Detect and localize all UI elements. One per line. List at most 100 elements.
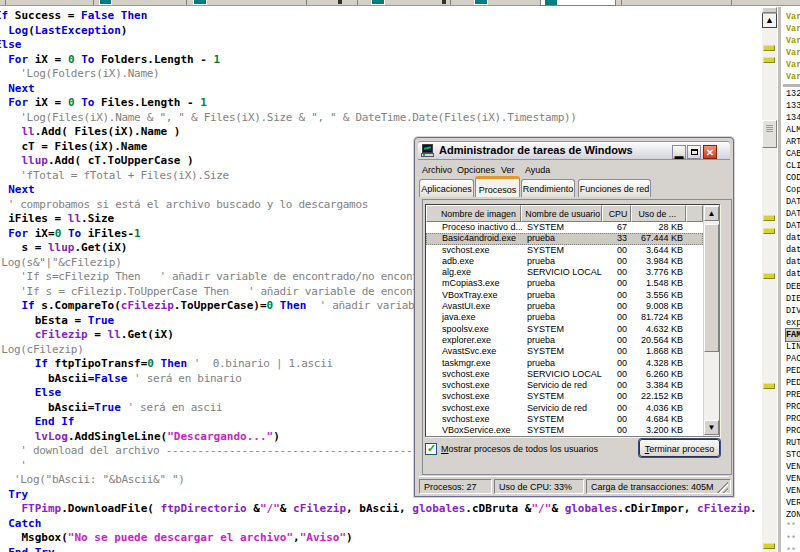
member-list-item[interactable]: PAC: [786, 353, 800, 365]
member-list-item[interactable]: DAT: [786, 220, 800, 232]
menu-archivo[interactable]: Archivo: [422, 165, 452, 175]
process-row[interactable]: svchost.exeSYSTEM0022.152 KB: [426, 391, 703, 402]
menu-ayuda[interactable]: Ayuda: [525, 165, 550, 175]
member-list-item[interactable]: Var: [786, 11, 800, 23]
member-list-item[interactable]: 134: [786, 112, 800, 124]
member-list-item[interactable]: **: [786, 521, 800, 533]
member-list-item[interactable]: ALM: [786, 124, 800, 136]
member-list-item[interactable]: Var: [786, 47, 800, 59]
member-list-item[interactable]: Var: [786, 35, 800, 47]
tab-procesos[interactable]: Procesos: [475, 176, 520, 197]
member-list-item[interactable]: DIV: [786, 305, 800, 317]
toolbar-icon[interactable]: [371, 0, 385, 5]
process-row-selected[interactable]: Basic4android.exeprueba3367.444 KB: [426, 233, 703, 244]
column-header-3[interactable]: CPU: [602, 205, 632, 222]
bookmark-mark-icon[interactable]: [763, 57, 775, 63]
member-list-item[interactable]: CLI: [786, 160, 800, 172]
member-list-item[interactable]: VER: [786, 497, 800, 509]
scroll-up-arrow-icon[interactable]: ▲: [762, 13, 777, 28]
toolbar-icon[interactable]: [99, 0, 112, 5]
member-list-item[interactable]: LIN: [786, 341, 800, 353]
process-row[interactable]: AvastUI.exeprueba009.008 KB: [426, 301, 703, 312]
member-list-item[interactable]: ART: [786, 136, 800, 148]
member-list-item-selected[interactable]: FAM: [786, 329, 800, 341]
bookmark-mark-icon[interactable]: [763, 273, 775, 279]
process-row[interactable]: svchost.exeServicio de red003.384 KB: [426, 380, 703, 391]
process-row[interactable]: spoolsv.exeSYSTEM004.632 KB: [426, 324, 703, 335]
member-list-item[interactable]: **: [786, 546, 800, 552]
column-header-spacer[interactable]: [686, 205, 703, 222]
member-list-item[interactable]: DAT: [786, 196, 800, 208]
process-row[interactable]: svchost.exeSYSTEM003.644 KB: [426, 245, 703, 256]
process-row[interactable]: svchost.exeSERVICIO LOCAL006.260 KB: [426, 369, 703, 380]
process-list-scrollbar[interactable]: ▲ ▼: [703, 205, 719, 436]
minimize-button[interactable]: ▬: [672, 145, 686, 159]
show-all-users-checkbox[interactable]: ✓: [425, 443, 437, 455]
tab-aplicaciones[interactable]: Aplicaciones: [419, 179, 474, 197]
titlebar[interactable]: Administrador de tareas de Windows ▬ ✕: [418, 141, 730, 160]
toolbar-icon[interactable]: [338, 0, 342, 4]
process-row[interactable]: mCopias3.exeprueba001.548 KB: [426, 278, 703, 289]
scroll-up-arrow-icon[interactable]: ▲: [704, 206, 719, 221]
member-list-item[interactable]: PRO: [786, 425, 800, 437]
bookmark-mark-icon[interactable]: [763, 228, 775, 234]
member-list-item[interactable]: DEB: [786, 281, 800, 293]
member-list-item[interactable]: dat: [786, 256, 800, 268]
member-list-item[interactable]: COD: [786, 172, 800, 184]
process-row[interactable]: VBoxService.exeSYSTEM003.200 KB: [426, 425, 703, 436]
toolbar-icon[interactable]: [193, 0, 207, 5]
member-list-item[interactable]: PRO: [786, 401, 800, 413]
toolbar-icon[interactable]: [545, 0, 557, 5]
member-list-item[interactable]: 133: [786, 100, 800, 112]
column-header-2[interactable]: Nombre de usuario: [521, 205, 601, 222]
tab-rendimiento[interactable]: Rendimiento: [521, 179, 575, 197]
bookmark-mark-icon[interactable]: [763, 383, 775, 389]
member-list-item[interactable]: PED: [786, 377, 800, 389]
member-list-item[interactable]: dat: [786, 268, 800, 280]
member-list-item[interactable]: PRO: [786, 413, 800, 425]
process-row[interactable]: taskmgr.exeprueba004.328 KB: [426, 358, 703, 369]
menu-opciones[interactable]: Opciones: [457, 165, 495, 175]
member-list-item[interactable]: dat: [786, 232, 800, 244]
process-row[interactable]: adb.exeprueba003.984 KB: [426, 256, 703, 267]
editor-vertical-scrollbar[interactable]: ▲: [762, 7, 777, 552]
member-list-item[interactable]: DIE: [786, 293, 800, 305]
member-list-item[interactable]: PRE: [786, 389, 800, 401]
member-list-item[interactable]: CAB: [786, 148, 800, 160]
scroll-down-arrow-icon[interactable]: ▼: [704, 420, 719, 435]
process-list[interactable]: Nombre de imagenNombre de usuarioCPUUso …: [425, 204, 720, 437]
member-list-item[interactable]: **: [786, 534, 800, 546]
process-row[interactable]: Proceso inactivo d...SYSTEM6728 KB: [426, 222, 703, 233]
member-list-item[interactable]: Var: [786, 59, 800, 71]
tab-funciones-de-red[interactable]: Funciones de red: [578, 179, 651, 197]
process-row[interactable]: alg.exeSERVICIO LOCAL003.776 KB: [426, 267, 703, 278]
member-list-item[interactable]: Var: [786, 23, 800, 35]
process-row[interactable]: VBoxTray.exeprueba003.556 KB: [426, 290, 703, 301]
end-process-button[interactable]: Terminar proceso: [639, 439, 720, 457]
member-list-item[interactable]: VEN: [786, 485, 800, 497]
column-header-1[interactable]: Nombre de imagen: [426, 205, 521, 222]
column-header-4[interactable]: Uso de ...: [631, 205, 686, 222]
bookmark-mark-icon[interactable]: [763, 45, 775, 51]
member-list-item[interactable]: exp: [786, 317, 800, 329]
member-list-item[interactable]: ZON: [786, 509, 800, 521]
process-row[interactable]: java.exeprueba0081.724 KB: [426, 312, 703, 323]
process-row[interactable]: AvastSvc.exeSYSTEM001.868 KB: [426, 346, 703, 357]
member-list-item[interactable]: 132: [786, 88, 800, 100]
member-list-item[interactable]: Cop: [786, 184, 800, 196]
scrollbar-thumb[interactable]: [762, 120, 777, 148]
scrollbar-thumb[interactable]: [704, 224, 719, 352]
member-list-item[interactable]: dat: [786, 244, 800, 256]
member-list-item[interactable]: RUT: [786, 437, 800, 449]
member-list-item[interactable]: Var: [786, 71, 800, 83]
process-row[interactable]: explorer.exeprueba0020.564 KB: [426, 335, 703, 346]
member-list-item[interactable]: DAT: [786, 208, 800, 220]
toolbar-icon[interactable]: [474, 0, 488, 5]
bookmark-mark-icon[interactable]: [763, 543, 775, 549]
bookmark-mark-icon[interactable]: [763, 215, 775, 221]
member-list-item[interactable]: VEN: [786, 473, 800, 485]
close-button[interactable]: ✕: [703, 145, 717, 159]
process-row[interactable]: svchost.exeServicio de red004.036 KB: [426, 403, 703, 414]
menu-ver[interactable]: Ver: [501, 165, 515, 175]
toolbar-icon[interactable]: [442, 0, 446, 4]
